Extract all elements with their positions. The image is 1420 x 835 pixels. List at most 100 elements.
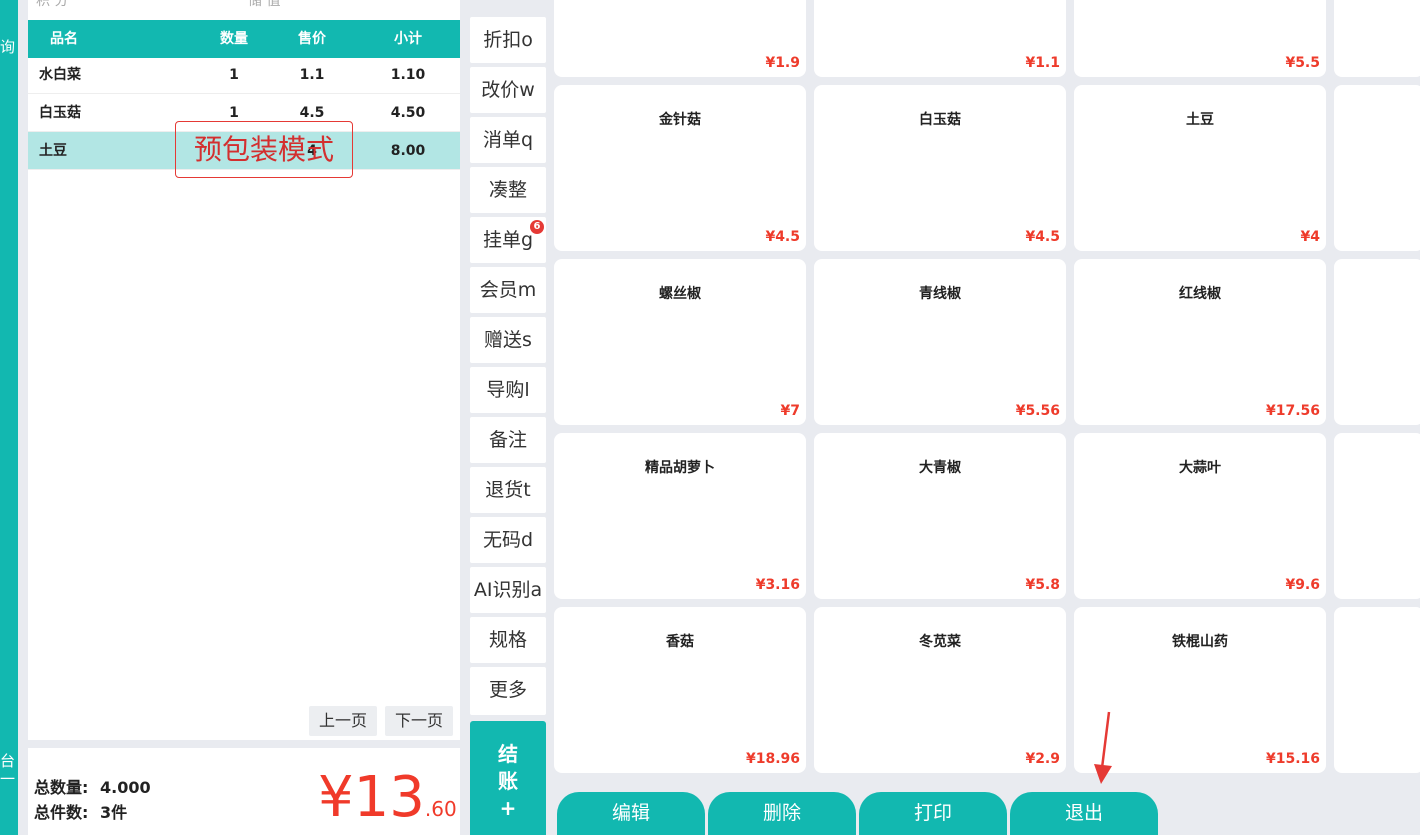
product-card[interactable]: 青线椒 ¥5.56 (814, 259, 1066, 425)
product-name: 大蒜叶 (1179, 460, 1221, 476)
order-table-header: 品名 数量 售价 小计 (28, 20, 460, 58)
product-card[interactable]: 大青椒 ¥5.8 (814, 433, 1066, 599)
void-order-button[interactable]: 消单q (470, 117, 546, 163)
remark-button[interactable]: 备注 (470, 417, 546, 463)
product-price: ¥18.96 (745, 751, 800, 767)
gift-button[interactable]: 赠送s (470, 317, 546, 363)
product-name: 冬苋菜 (919, 634, 961, 650)
product-price: ¥5.5 (1285, 55, 1320, 71)
product-name: 铁棍山药 (1172, 634, 1228, 650)
table-row[interactable]: 水白菜 1 1.1 1.10 (28, 56, 460, 94)
product-name: 土豆 (1186, 112, 1214, 128)
header-subtotal: 小计 (394, 31, 422, 47)
print-button[interactable]: 打印 (859, 792, 1007, 835)
spec-button[interactable]: 规格 (470, 617, 546, 663)
product-name: 精品胡萝卜 (645, 460, 715, 476)
product-card[interactable]: ¥1.1 (814, 0, 1066, 77)
product-card-partial[interactable] (1334, 433, 1420, 599)
header-qty: 数量 (220, 31, 248, 47)
hold-order-button[interactable]: 挂单g 6 (470, 217, 546, 263)
product-price: ¥4.5 (1025, 229, 1060, 245)
more-button[interactable]: 更多 (470, 667, 546, 715)
side-strip-bottom-text[interactable]: 台 一 (0, 752, 18, 788)
product-card[interactable]: ¥5.5 (1074, 0, 1326, 77)
total-amount: ¥13.60 (318, 766, 457, 835)
row-name: 土豆 (39, 143, 67, 159)
product-card-partial[interactable] (1334, 85, 1420, 251)
product-price: ¥4.5 (765, 229, 800, 245)
edit-button[interactable]: 编辑 (557, 792, 705, 835)
points-label: 积 分 (36, 0, 69, 9)
return-button[interactable]: 退货t (470, 467, 546, 513)
product-name: 螺丝椒 (659, 286, 701, 302)
total-qty-value: 4.000 (99, 778, 151, 797)
currency-symbol: ¥ (318, 765, 354, 830)
total-items-label: 总件数: (34, 803, 89, 822)
row-subtotal: 1.10 (390, 67, 426, 83)
exit-button[interactable]: 退出 (1010, 792, 1158, 835)
ai-recognition-button[interactable]: AI识别a (470, 567, 546, 613)
checkout-button[interactable]: 结 账 + (470, 721, 546, 835)
product-price: ¥4 (1300, 229, 1320, 245)
row-subtotal: 4.50 (390, 105, 426, 121)
row-price: 1.1 (299, 67, 325, 83)
product-name: 大青椒 (919, 460, 961, 476)
checkout-plus: + (499, 796, 517, 820)
total-items-value: 3件 (99, 803, 128, 822)
order-summary: 总数量: 4.000 总件数: 3件 ¥13.60 (28, 748, 460, 835)
checkout-line2: 账 (498, 769, 518, 793)
product-price: ¥7 (780, 403, 800, 419)
product-card-partial[interactable] (1334, 259, 1420, 425)
product-name: 香菇 (666, 634, 694, 650)
total-items: 总件数: 3件 (34, 799, 127, 823)
prepackaged-mode-annotation: 预包装模式 (175, 121, 353, 178)
product-card-partial[interactable] (1334, 0, 1420, 77)
side-strip: 询 台 一 (0, 0, 18, 835)
round-off-button[interactable]: 凑整 (470, 167, 546, 213)
side-strip-top-text[interactable]: 询 (0, 36, 15, 57)
product-price: ¥15.16 (1265, 751, 1320, 767)
product-card[interactable]: 螺丝椒 ¥7 (554, 259, 806, 425)
product-price: ¥17.56 (1265, 403, 1320, 419)
product-name: 金针菇 (659, 112, 701, 128)
product-name: 红线椒 (1179, 286, 1221, 302)
product-price: ¥3.16 (755, 577, 800, 593)
product-card[interactable]: 冬苋菜 ¥2.9 (814, 607, 1066, 773)
product-card[interactable]: 土豆 ¥4 (1074, 85, 1326, 251)
product-card[interactable]: 白玉菇 ¥4.5 (814, 85, 1066, 251)
checkout-line1: 结 (498, 742, 518, 766)
product-card[interactable]: 精品胡萝卜 ¥3.16 (554, 433, 806, 599)
product-card[interactable]: 金针菇 ¥4.5 (554, 85, 806, 251)
product-price: ¥2.9 (1025, 751, 1060, 767)
amount-main: 13 (353, 765, 425, 830)
product-price: ¥5.8 (1025, 577, 1060, 593)
product-name: 青线椒 (919, 286, 961, 302)
product-price: ¥1.9 (765, 55, 800, 71)
product-price: ¥9.6 (1285, 577, 1320, 593)
discount-button[interactable]: 折扣o (470, 17, 546, 63)
hold-order-label: 挂单g (482, 229, 534, 251)
product-card[interactable]: 红线椒 ¥17.56 (1074, 259, 1326, 425)
product-card-partial[interactable] (1334, 607, 1420, 773)
total-qty: 总数量: 4.000 (34, 774, 151, 798)
hold-count-badge: 6 (530, 220, 544, 234)
product-name: 白玉菇 (919, 112, 961, 128)
product-card[interactable]: 大蒜叶 ¥9.6 (1074, 433, 1326, 599)
product-card[interactable]: ¥1.9 (554, 0, 806, 77)
change-price-button[interactable]: 改价w (470, 67, 546, 113)
no-barcode-button[interactable]: 无码d (470, 517, 546, 563)
header-price: 售价 (298, 31, 326, 47)
order-panel: 积 分 储 值 品名 数量 售价 小计 水白菜 1 1.1 1.10 白玉菇 1… (28, 0, 460, 740)
delete-button[interactable]: 删除 (708, 792, 856, 835)
product-card[interactable]: 香菇 ¥18.96 (554, 607, 806, 773)
arrow-annotation-icon (1094, 711, 1112, 784)
member-button[interactable]: 会员m (470, 267, 546, 313)
row-name: 水白菜 (39, 67, 81, 83)
row-subtotal: 8.00 (390, 143, 426, 159)
next-page-button[interactable]: 下一页 (385, 706, 453, 736)
prev-page-button[interactable]: 上一页 (309, 706, 377, 736)
product-price: ¥5.56 (1015, 403, 1060, 419)
amount-cents: .60 (424, 797, 457, 821)
sales-guide-button[interactable]: 导购l (470, 367, 546, 413)
balance-label: 储 值 (248, 0, 281, 9)
